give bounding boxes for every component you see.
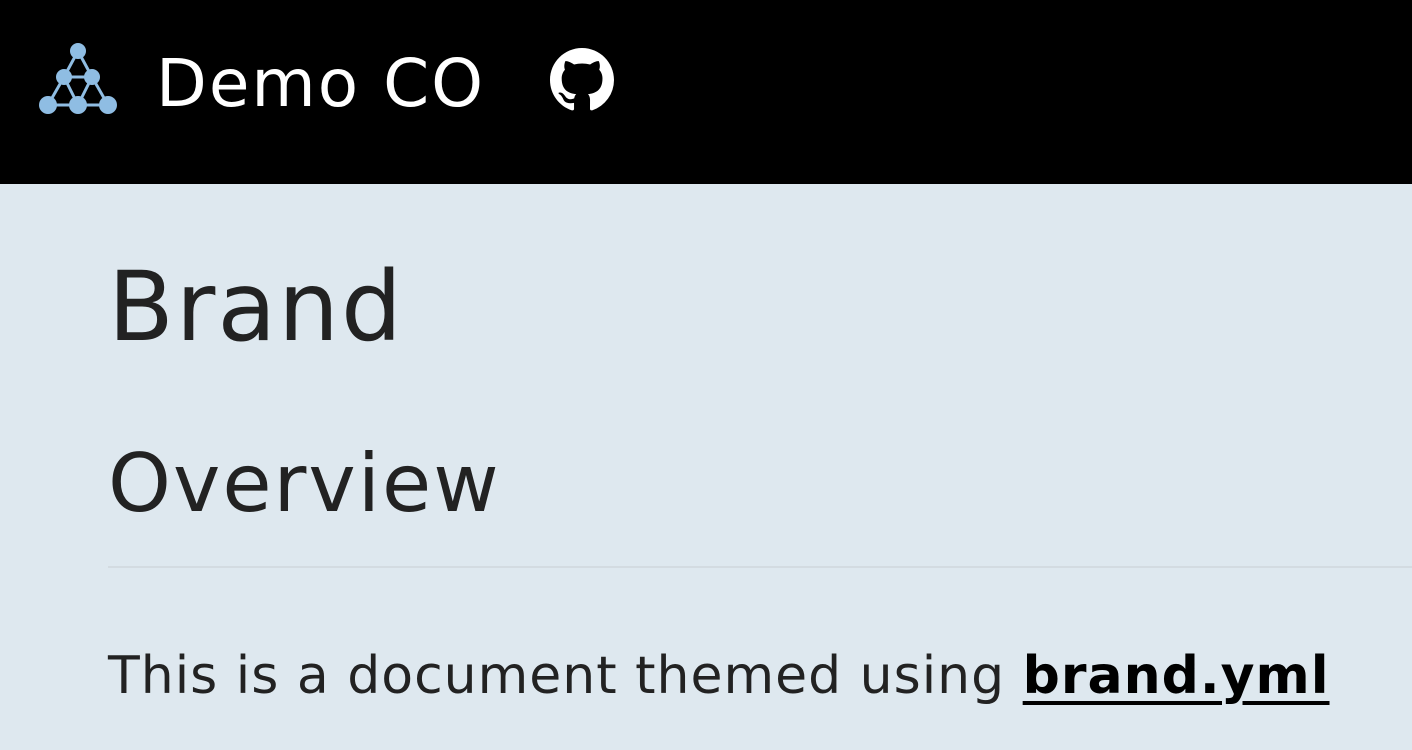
intro-text: This is a document themed using [108,646,1023,706]
navbar: Demo CO [0,0,1412,184]
section-heading-overview: Overview [108,437,501,530]
network-nodes-icon[interactable] [36,42,120,118]
brand-name[interactable]: Demo CO [156,44,485,124]
page-title: Brand [108,251,404,363]
section-divider [108,566,1412,568]
brand-yml-link[interactable]: brand.yml [1023,646,1330,706]
intro-paragraph: This is a document themed using brand.ym… [108,642,1330,710]
github-icon [550,48,614,111]
github-link[interactable] [550,48,614,112]
